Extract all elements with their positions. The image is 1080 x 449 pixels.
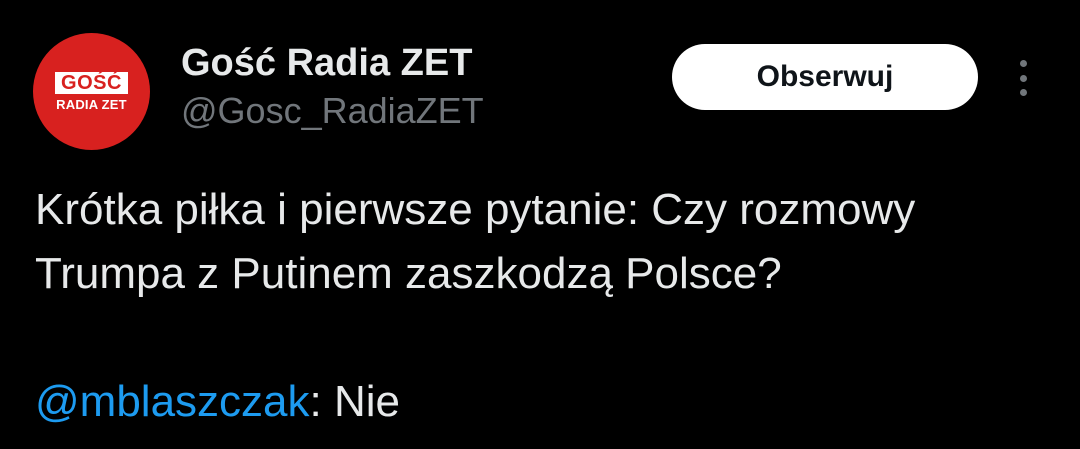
tweet-mention-line: @mblaszczak: Nie <box>35 370 400 434</box>
tweet: GOŚĆ RADIA ZET Gość Radia ZET @Gosc_Radi… <box>0 0 1080 449</box>
mention-answer: : Nie <box>309 377 400 426</box>
author-display-name[interactable]: Gość Radia ZET <box>181 40 472 86</box>
avatar-logo-line1: GOŚĆ <box>55 71 128 94</box>
author-handle[interactable]: @Gosc_RadiaZET <box>181 89 484 133</box>
more-dot <box>1019 89 1027 96</box>
tweet-text: Krótka piłka i pierwsze pytanie: Czy roz… <box>35 185 916 298</box>
avatar[interactable]: GOŚĆ RADIA ZET <box>33 33 150 150</box>
avatar-logo-line2: RADIA ZET <box>56 96 127 112</box>
follow-button[interactable]: Obserwuj <box>672 44 978 110</box>
user-mention-link[interactable]: @mblaszczak <box>35 377 310 426</box>
more-vertical-icon[interactable] <box>1012 60 1034 96</box>
more-dot <box>1019 60 1027 67</box>
more-dot <box>1019 74 1027 82</box>
